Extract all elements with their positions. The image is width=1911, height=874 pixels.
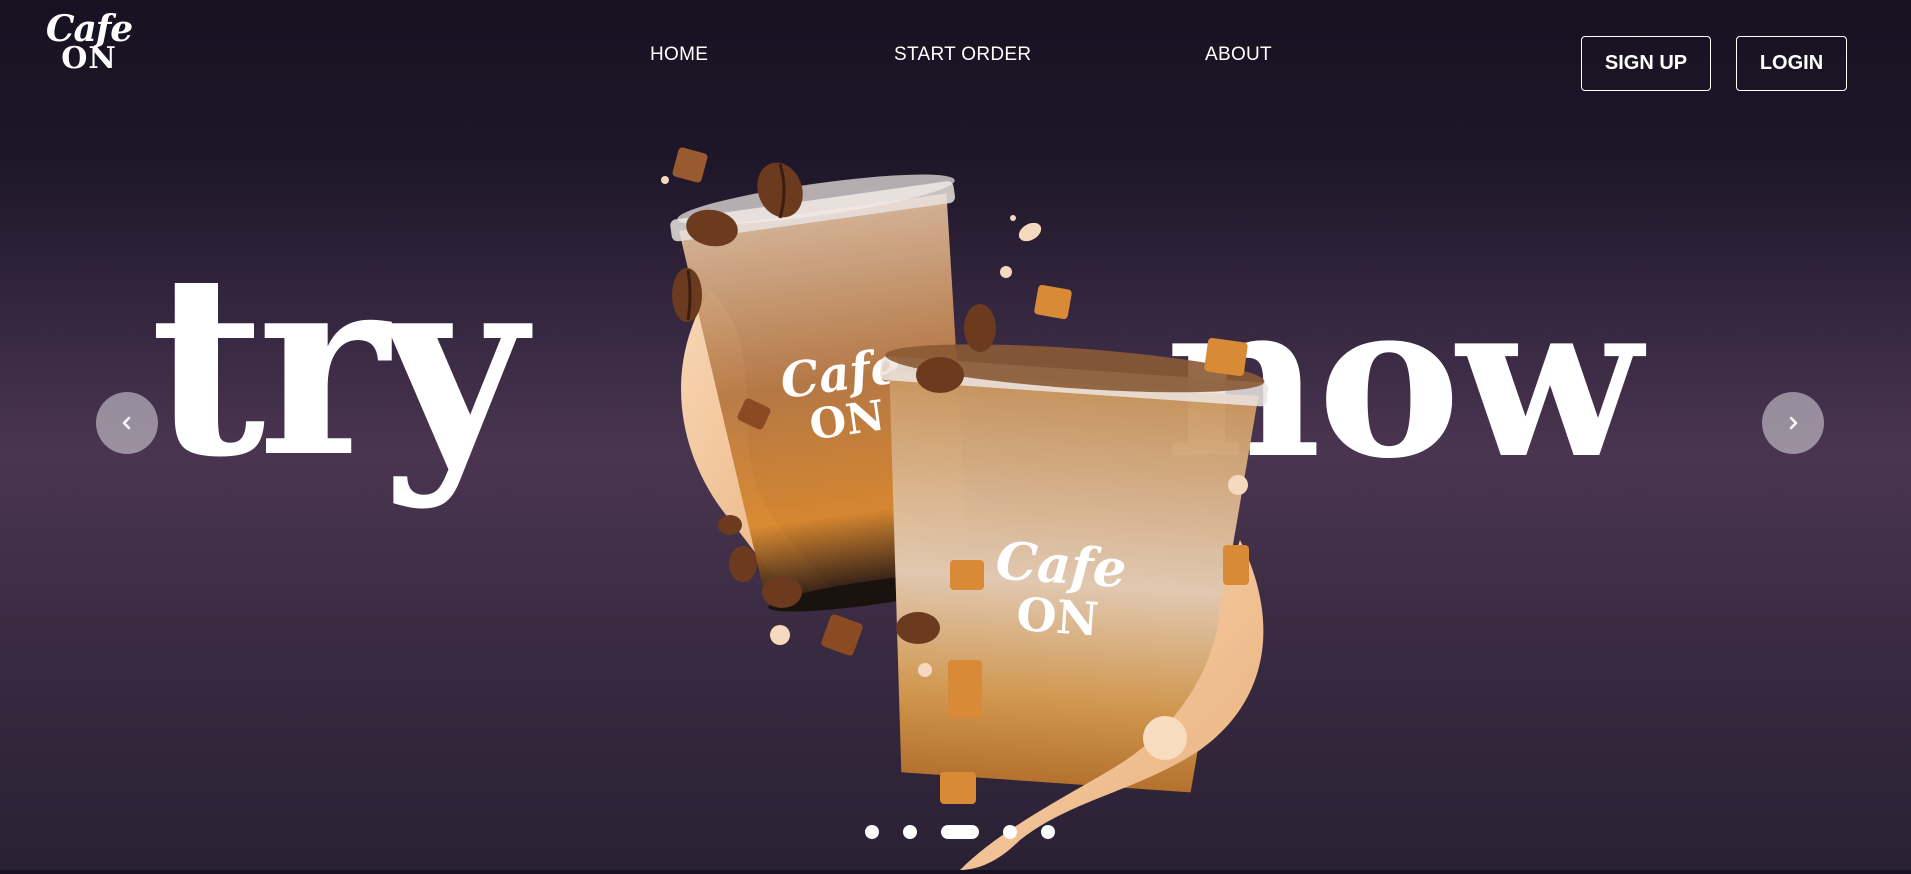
carousel-next-button[interactable] (1762, 392, 1824, 454)
carousel-dot-5[interactable] (1041, 825, 1055, 839)
hero-product-image: Cafe ON Cafe ON (640, 140, 1300, 870)
nav-home[interactable]: HOME (650, 44, 708, 66)
carousel-dot-3-active[interactable] (941, 825, 979, 839)
chevron-right-icon (1789, 416, 1798, 430)
carousel-prev-button[interactable] (96, 392, 158, 454)
hero-word-left: try (150, 218, 526, 512)
carousel-dot-4[interactable] (1003, 825, 1017, 839)
carousel-indicators (0, 825, 1911, 841)
chevron-left-icon (122, 416, 131, 430)
carousel-dot-1[interactable] (865, 825, 879, 839)
cup-a-logo-line2: ON (806, 391, 887, 450)
cup-b-logo-line2: ON (1015, 587, 1101, 647)
nav-start-order[interactable]: START ORDER (894, 44, 1031, 66)
sign-up-button[interactable]: SIGN UP (1581, 36, 1711, 91)
nav-about[interactable]: ABOUT (1205, 44, 1272, 66)
carousel-dot-2[interactable] (903, 825, 917, 839)
login-button[interactable]: LOGIN (1736, 36, 1847, 91)
